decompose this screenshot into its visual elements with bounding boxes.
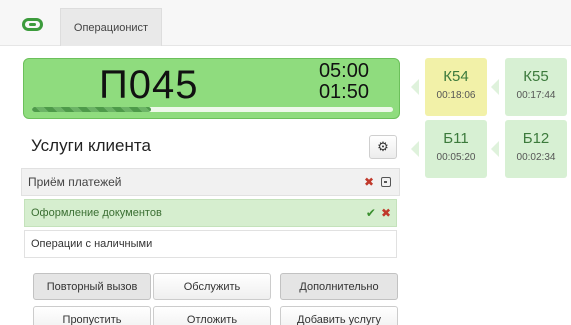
more-button[interactable]: Дополнительно xyxy=(280,273,398,300)
queue-arrow xyxy=(411,141,419,157)
service-group-row[interactable]: Приём платежей ✖ xyxy=(21,168,400,196)
services-title: Услуги клиента xyxy=(31,136,151,155)
service-item-label: Операции с наличными xyxy=(31,238,153,250)
recall-button[interactable]: Повторный вызов xyxy=(33,273,151,300)
logo-icon[interactable] xyxy=(22,18,43,31)
service-group-label: Приём платежей xyxy=(28,175,122,189)
timer-total: 05:00 xyxy=(318,60,369,82)
queue-tile-3[interactable]: Б11 00:05:20 xyxy=(425,120,487,178)
tab-operator[interactable]: Операционист xyxy=(60,8,162,46)
close-icon[interactable]: ✖ xyxy=(364,176,374,188)
queue-time: 00:05:20 xyxy=(436,152,476,163)
close-icon[interactable]: ✖ xyxy=(381,207,391,219)
top-bar: Операционист xyxy=(0,0,571,46)
queue-arrow xyxy=(491,141,499,157)
ticket-number: П045 xyxy=(99,63,199,107)
queue-arrow xyxy=(411,79,419,95)
service-item-label: Оформление документов xyxy=(31,207,162,219)
queue-tile-2[interactable]: К55 00:17:44 xyxy=(505,58,567,116)
current-ticket-panel: П045 05:00 01:50 xyxy=(23,58,400,119)
postpone-button[interactable]: Отложить xyxy=(153,306,271,325)
check-icon[interactable]: ✔ xyxy=(366,207,376,219)
timer-elapsed: 01:50 xyxy=(318,81,369,103)
queue-code: К54 xyxy=(443,68,469,85)
queue-arrow xyxy=(491,79,499,95)
queue-tile-1[interactable]: К54 00:18:06 xyxy=(425,58,487,116)
settings-button[interactable]: ⚙ xyxy=(369,135,397,159)
queue-code: Б12 xyxy=(522,130,550,147)
collapse-icon[interactable] xyxy=(381,177,391,187)
queue-tile-4[interactable]: Б12 00:02:34 xyxy=(505,120,567,178)
queue-code: К55 xyxy=(523,68,549,85)
progress-fill xyxy=(32,107,152,112)
gear-icon: ⚙ xyxy=(377,139,389,154)
service-item[interactable]: Операции с наличными xyxy=(24,230,397,258)
queue-time: 00:02:34 xyxy=(516,152,556,163)
service-item[interactable]: Оформление документов ✔ ✖ xyxy=(24,199,397,227)
queue-code: Б11 xyxy=(443,130,469,147)
skip-button[interactable]: Пропустить xyxy=(33,306,151,325)
add-service-button[interactable]: Добавить услугу xyxy=(280,306,398,325)
queue-time: 00:17:44 xyxy=(516,90,556,101)
progress-bar xyxy=(32,107,393,112)
serve-button[interactable]: Обслужить xyxy=(153,273,271,300)
queue-time: 00:18:06 xyxy=(436,90,476,101)
